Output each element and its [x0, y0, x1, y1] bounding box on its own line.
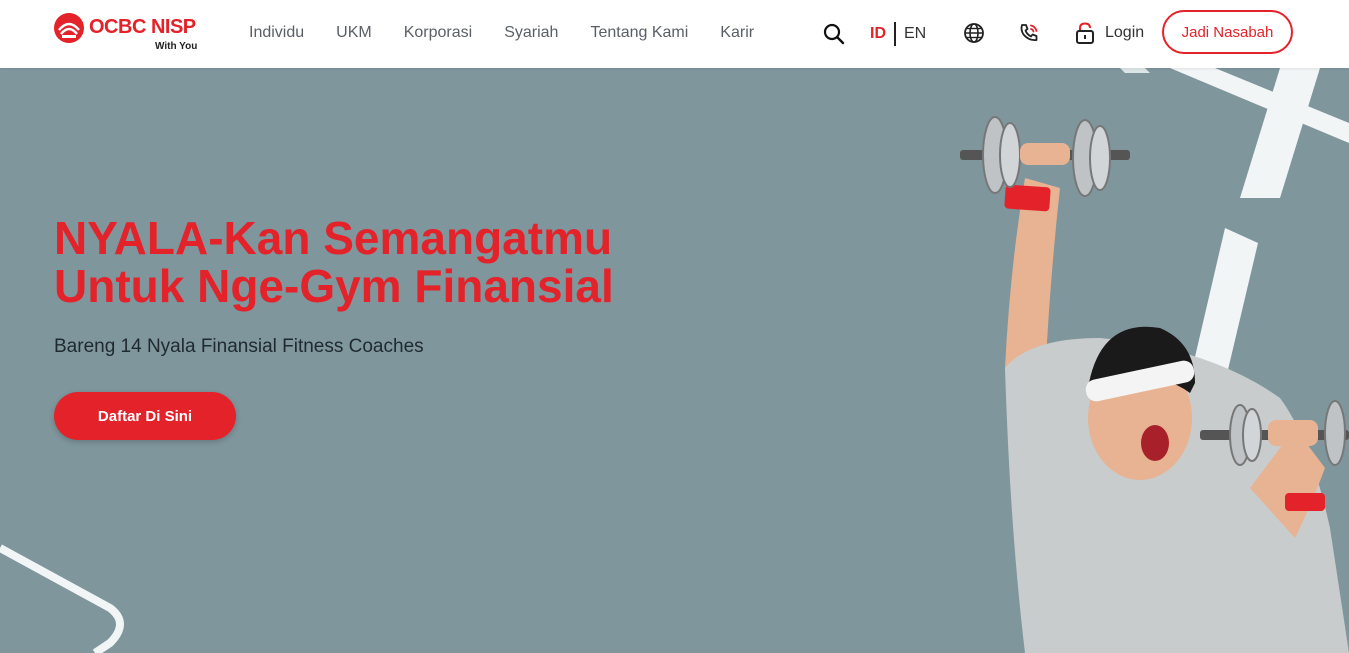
hero-title-line-1: NYALA-Kan Semangatmu: [54, 212, 613, 264]
login-label: Login: [1105, 24, 1145, 41]
nav-item-ukm[interactable]: UKM: [336, 22, 372, 44]
hero-title-line-2: Untuk Nge-Gym Finansial: [54, 260, 614, 312]
jadi-nasabah-button[interactable]: Jadi Nasabah: [1162, 10, 1293, 54]
main-nav: Individu UKM Korporasi Syariah Tentang K…: [249, 22, 786, 44]
hero-person-image: [960, 116, 1349, 653]
brand-logo[interactable]: OCBC NISP With You: [53, 12, 213, 56]
lock-icon: [1076, 22, 1094, 44]
nav-item-syariah[interactable]: Syariah: [504, 22, 558, 44]
search-icon[interactable]: [822, 22, 846, 46]
nav-item-tentang-kami[interactable]: Tentang Kami: [590, 22, 688, 44]
lang-en-option[interactable]: EN: [904, 23, 926, 45]
brand-name: OCBC NISP: [89, 16, 196, 38]
login-button[interactable]: Login: [1074, 21, 1144, 45]
nav-item-individu[interactable]: Individu: [249, 22, 304, 44]
top-header: OCBC NISP With You Individu UKM Korporas…: [0, 0, 1349, 68]
ocbc-logo-icon: [54, 13, 84, 43]
lang-divider: [894, 22, 896, 46]
hero-subtitle: Bareng 14 Nyala Finansial Fitness Coache…: [54, 336, 424, 357]
phone-icon[interactable]: [1017, 21, 1041, 45]
brand-tagline: With You: [155, 41, 198, 52]
hero-title: NYALA-Kan Semangatmu Untuk Nge-Gym Finan…: [54, 214, 614, 310]
nav-item-karir[interactable]: Karir: [720, 22, 754, 44]
hero-banner: NYALA-Kan Semangatmu Untuk Nge-Gym Finan…: [0, 68, 1349, 653]
daftar-button[interactable]: Daftar Di Sini: [54, 392, 236, 440]
lang-id-option[interactable]: ID: [870, 23, 886, 45]
nav-item-korporasi[interactable]: Korporasi: [404, 22, 472, 44]
globe-icon[interactable]: [963, 22, 985, 44]
language-switcher: ID EN: [870, 22, 926, 46]
